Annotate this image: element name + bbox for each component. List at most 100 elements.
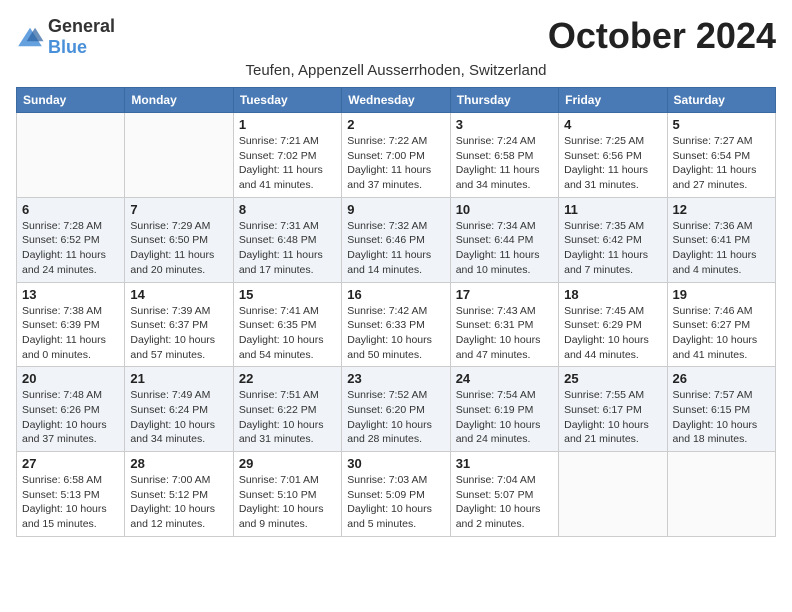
cell-w5-d1: 28 Sunrise: 7:00 AMSunset: 5:12 PMDayligh…	[125, 452, 233, 537]
day-number: 17	[456, 287, 553, 302]
logo: General Blue	[16, 16, 115, 58]
cell-w4-d5: 25Sunrise: 7:55 AMSunset: 6:17 PMDayligh…	[559, 367, 667, 452]
day-number: 20	[22, 371, 119, 386]
header-tuesday: Tuesday	[233, 88, 341, 113]
header-monday: Monday	[125, 88, 233, 113]
day-number: 21	[130, 371, 227, 386]
day-info: Sunrise: 7:03 AMSunset: 5:09 PMDaylight:…	[347, 473, 444, 532]
day-info: Sunrise: 7:28 AMSunset: 6:52 PMDaylight:…	[22, 219, 119, 278]
day-number: 18	[564, 287, 661, 302]
day-info: Sunrise: 7:54 AMSunset: 6:19 PMDaylight:…	[456, 388, 553, 447]
cell-w4-d1: 21 Sunrise: 7:49 AMSunset: 6:24 PMDayligh…	[125, 367, 233, 452]
week-row-5: 27 Sunrise: 6:58 AMSunset: 5:13 PMDayligh…	[17, 452, 776, 537]
cell-w3-d6: 19 Sunrise: 7:46 AMSunset: 6:27 PMDayligh…	[667, 282, 775, 367]
day-info: Sunrise: 7:29 AMSunset: 6:50 PMDaylight:…	[130, 219, 227, 278]
day-info: Sunrise: 7:21 AMSunset: 7:02 PMDaylight:…	[239, 134, 336, 193]
cell-w4-d6: 26Sunrise: 7:57 AMSunset: 6:15 PMDayligh…	[667, 367, 775, 452]
day-number: 4	[564, 117, 661, 132]
cell-w5-d3: 30Sunrise: 7:03 AMSunset: 5:09 PMDayligh…	[342, 452, 450, 537]
month-title: October 2024	[548, 16, 776, 56]
day-info: Sunrise: 7:22 AMSunset: 7:00 PMDaylight:…	[347, 134, 444, 193]
day-number: 19	[673, 287, 770, 302]
day-info: Sunrise: 7:25 AMSunset: 6:56 PMDaylight:…	[564, 134, 661, 193]
day-number: 7	[130, 202, 227, 217]
day-number: 8	[239, 202, 336, 217]
day-info: Sunrise: 7:27 AMSunset: 6:54 PMDaylight:…	[673, 134, 770, 193]
day-number: 28	[130, 456, 227, 471]
weekday-header-row: Sunday Monday Tuesday Wednesday Thursday…	[17, 88, 776, 113]
day-info: Sunrise: 7:24 AMSunset: 6:58 PMDaylight:…	[456, 134, 553, 193]
day-number: 27	[22, 456, 119, 471]
day-info: Sunrise: 7:31 AMSunset: 6:48 PMDaylight:…	[239, 219, 336, 278]
day-number: 14	[130, 287, 227, 302]
day-info: Sunrise: 7:42 AMSunset: 6:33 PMDaylight:…	[347, 304, 444, 363]
day-info: Sunrise: 7:43 AMSunset: 6:31 PMDaylight:…	[456, 304, 553, 363]
logo-text: General Blue	[48, 16, 115, 58]
day-number: 3	[456, 117, 553, 132]
day-number: 6	[22, 202, 119, 217]
day-info: Sunrise: 7:46 AMSunset: 6:27 PMDaylight:…	[673, 304, 770, 363]
header-friday: Friday	[559, 88, 667, 113]
day-number: 31	[456, 456, 553, 471]
day-info: Sunrise: 7:39 AMSunset: 6:37 PMDaylight:…	[130, 304, 227, 363]
cell-w4-d4: 24 Sunrise: 7:54 AMSunset: 6:19 PMDayligh…	[450, 367, 558, 452]
cell-w1-d2: 1 Sunrise: 7:21 AMSunset: 7:02 PMDaylight…	[233, 113, 341, 198]
cell-w3-d1: 14 Sunrise: 7:39 AMSunset: 6:37 PMDayligh…	[125, 282, 233, 367]
day-number: 13	[22, 287, 119, 302]
day-info: Sunrise: 7:49 AMSunset: 6:24 PMDaylight:…	[130, 388, 227, 447]
day-info: Sunrise: 7:48 AMSunset: 6:26 PMDaylight:…	[22, 388, 119, 447]
day-info: Sunrise: 7:57 AMSunset: 6:15 PMDaylight:…	[673, 388, 770, 447]
day-info: Sunrise: 7:38 AMSunset: 6:39 PMDaylight:…	[22, 304, 119, 363]
day-info: Sunrise: 7:35 AMSunset: 6:42 PMDaylight:…	[564, 219, 661, 278]
week-row-4: 20 Sunrise: 7:48 AMSunset: 6:26 PMDayligh…	[17, 367, 776, 452]
cell-w1-d4: 3 Sunrise: 7:24 AMSunset: 6:58 PMDaylight…	[450, 113, 558, 198]
cell-w1-d0	[17, 113, 125, 198]
cell-w2-d4: 10Sunrise: 7:34 AMSunset: 6:44 PMDayligh…	[450, 197, 558, 282]
cell-w2-d5: 11 Sunrise: 7:35 AMSunset: 6:42 PMDayligh…	[559, 197, 667, 282]
day-info: Sunrise: 7:04 AMSunset: 5:07 PMDaylight:…	[456, 473, 553, 532]
header-wednesday: Wednesday	[342, 88, 450, 113]
day-info: Sunrise: 7:52 AMSunset: 6:20 PMDaylight:…	[347, 388, 444, 447]
week-row-3: 13 Sunrise: 7:38 AMSunset: 6:39 PMDayligh…	[17, 282, 776, 367]
cell-w1-d6: 5 Sunrise: 7:27 AMSunset: 6:54 PMDaylight…	[667, 113, 775, 198]
day-number: 12	[673, 202, 770, 217]
cell-w5-d0: 27 Sunrise: 6:58 AMSunset: 5:13 PMDayligh…	[17, 452, 125, 537]
cell-w1-d3: 2 Sunrise: 7:22 AMSunset: 7:00 PMDaylight…	[342, 113, 450, 198]
day-info: Sunrise: 7:00 AMSunset: 5:12 PMDaylight:…	[130, 473, 227, 532]
cell-w2-d6: 12Sunrise: 7:36 AMSunset: 6:41 PMDayligh…	[667, 197, 775, 282]
day-number: 24	[456, 371, 553, 386]
day-number: 23	[347, 371, 444, 386]
logo-icon	[16, 26, 44, 48]
week-row-2: 6 Sunrise: 7:28 AMSunset: 6:52 PMDaylight…	[17, 197, 776, 282]
day-number: 25	[564, 371, 661, 386]
day-number: 5	[673, 117, 770, 132]
header-sunday: Sunday	[17, 88, 125, 113]
day-info: Sunrise: 7:32 AMSunset: 6:46 PMDaylight:…	[347, 219, 444, 278]
day-number: 9	[347, 202, 444, 217]
day-number: 2	[347, 117, 444, 132]
day-number: 16	[347, 287, 444, 302]
cell-w3-d0: 13 Sunrise: 7:38 AMSunset: 6:39 PMDayligh…	[17, 282, 125, 367]
cell-w3-d2: 15Sunrise: 7:41 AMSunset: 6:35 PMDayligh…	[233, 282, 341, 367]
cell-w5-d5	[559, 452, 667, 537]
cell-w5-d4: 31 Sunrise: 7:04 AMSunset: 5:07 PMDayligh…	[450, 452, 558, 537]
cell-w4-d2: 22Sunrise: 7:51 AMSunset: 6:22 PMDayligh…	[233, 367, 341, 452]
day-info: Sunrise: 7:41 AMSunset: 6:35 PMDaylight:…	[239, 304, 336, 363]
header: General Blue October 2024	[16, 16, 776, 58]
cell-w3-d5: 18Sunrise: 7:45 AMSunset: 6:29 PMDayligh…	[559, 282, 667, 367]
day-info: Sunrise: 7:01 AMSunset: 5:10 PMDaylight:…	[239, 473, 336, 532]
day-info: Sunrise: 7:34 AMSunset: 6:44 PMDaylight:…	[456, 219, 553, 278]
cell-w4-d3: 23 Sunrise: 7:52 AMSunset: 6:20 PMDayligh…	[342, 367, 450, 452]
day-info: Sunrise: 6:58 AMSunset: 5:13 PMDaylight:…	[22, 473, 119, 532]
cell-w3-d3: 16 Sunrise: 7:42 AMSunset: 6:33 PMDayligh…	[342, 282, 450, 367]
day-number: 11	[564, 202, 661, 217]
day-info: Sunrise: 7:51 AMSunset: 6:22 PMDaylight:…	[239, 388, 336, 447]
week-row-1: 1 Sunrise: 7:21 AMSunset: 7:02 PMDaylight…	[17, 113, 776, 198]
day-number: 1	[239, 117, 336, 132]
cell-w5-d2: 29 Sunrise: 7:01 AMSunset: 5:10 PMDayligh…	[233, 452, 341, 537]
cell-w4-d0: 20 Sunrise: 7:48 AMSunset: 6:26 PMDayligh…	[17, 367, 125, 452]
cell-w2-d0: 6 Sunrise: 7:28 AMSunset: 6:52 PMDaylight…	[17, 197, 125, 282]
day-number: 29	[239, 456, 336, 471]
logo-general: General	[48, 16, 115, 36]
cell-w3-d4: 17 Sunrise: 7:43 AMSunset: 6:31 PMDayligh…	[450, 282, 558, 367]
